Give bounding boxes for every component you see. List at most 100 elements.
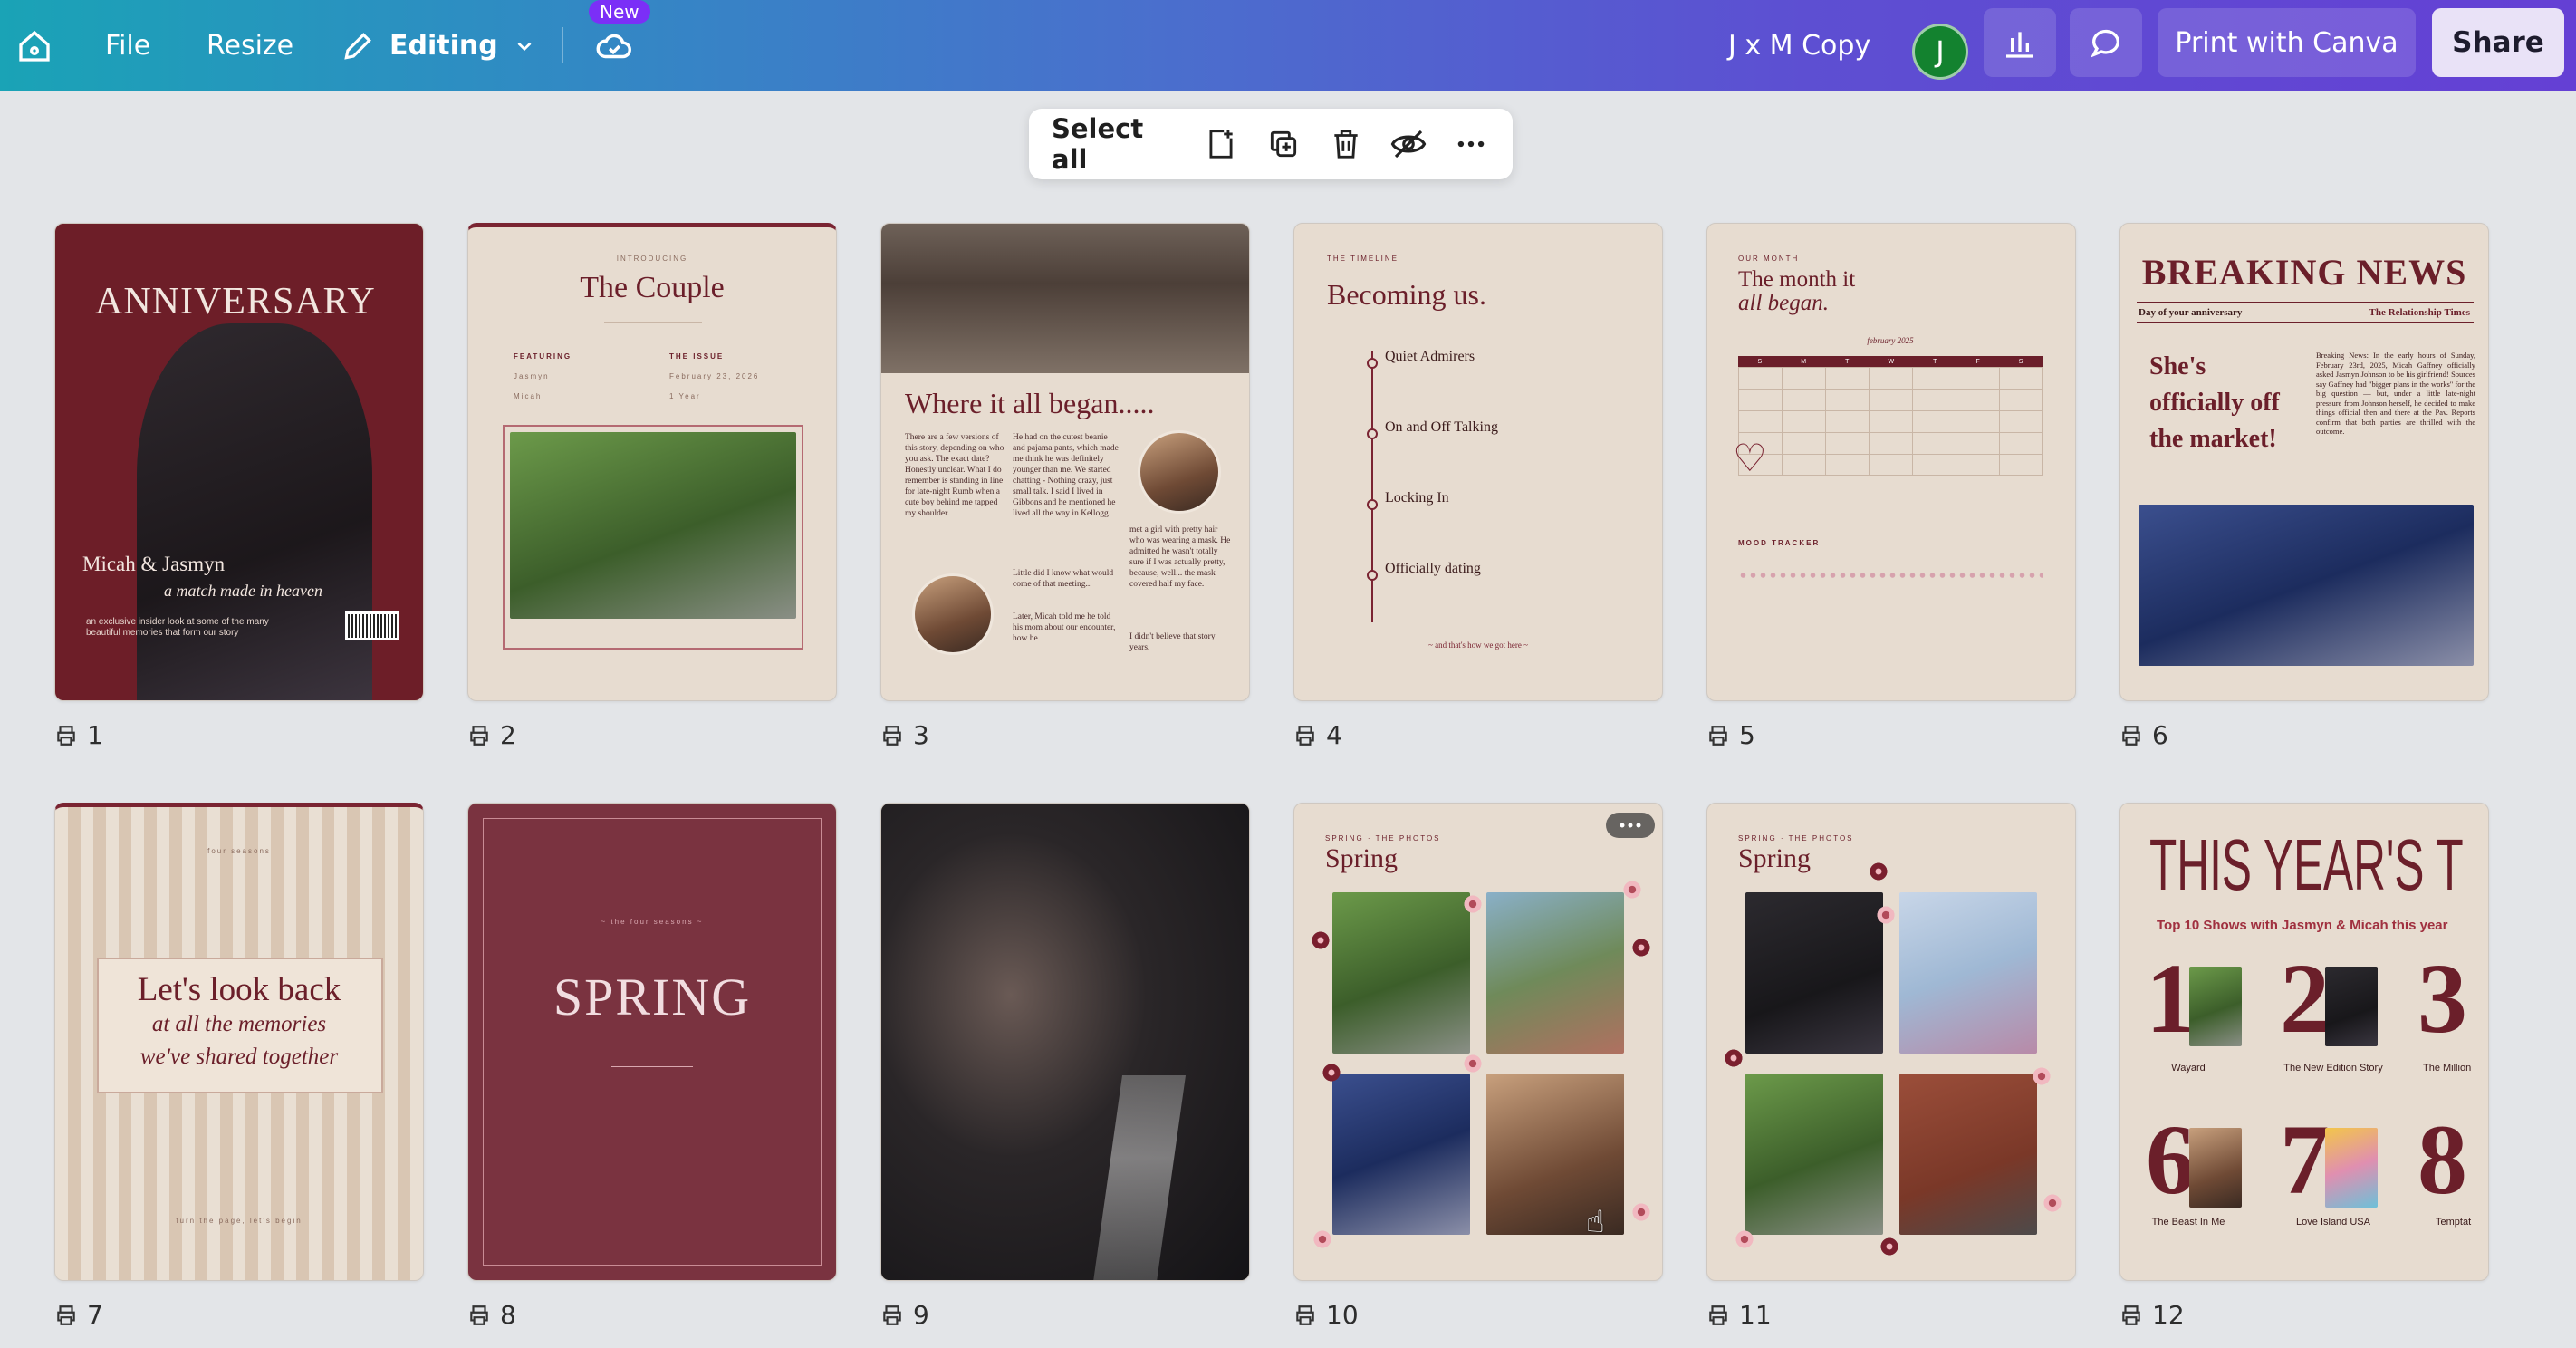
page-label-2: 2	[467, 720, 516, 750]
timeline-dot	[1367, 499, 1378, 510]
weekday: M	[1801, 358, 1807, 365]
page-6-big-2: officially off	[2149, 389, 2280, 417]
page-10-photo-1	[1332, 892, 1470, 1054]
add-page-button[interactable]	[1201, 122, 1242, 166]
page-2-col1-head: FEATURING	[514, 352, 572, 361]
design-title[interactable]: J x M Copy	[1728, 0, 1870, 91]
flower-decoration	[1879, 1237, 1899, 1257]
page-3-col2: He had on the cutest beanie and pajama p…	[1013, 433, 1119, 518]
print-icon	[883, 1305, 901, 1325]
page-5-tracker: MOOD TRACKER	[1738, 539, 1821, 547]
insights-button[interactable]	[1984, 8, 2056, 77]
page-1-title: ANNIVERSARY	[95, 281, 376, 323]
timeline-dot	[1367, 428, 1378, 439]
print-icon	[1296, 725, 1314, 746]
timeline-line	[1371, 351, 1373, 622]
page-label-8: 8	[467, 1300, 516, 1330]
page-4-title: Becoming us.	[1327, 278, 1486, 311]
page-11-photo-1	[1745, 892, 1883, 1054]
editing-label: Editing	[389, 30, 498, 62]
page-11-title: Spring	[1738, 843, 1812, 873]
page-11-photo-2	[1899, 892, 2037, 1054]
page-label-5: 5	[1706, 720, 1755, 750]
page-thumbnail-6[interactable]: BREAKING NEWS Day of your anniversary Th…	[2119, 223, 2489, 701]
page-5-kicker: OUR MONTH	[1738, 255, 1800, 263]
page-5-title-1: The month it	[1738, 267, 1856, 292]
page-6-sub-right: The Relationship Times	[2369, 307, 2470, 318]
flower-decoration	[1463, 1054, 1483, 1074]
page-thumbnail-11[interactable]: SPRING · THE PHOTOS Spring	[1706, 803, 2076, 1281]
page-label-1: 1	[54, 720, 103, 750]
resize-menu[interactable]: Resize	[207, 0, 293, 91]
page-2-row1-left: Jasmyn	[514, 372, 550, 380]
page-2-row2-left: Micah	[514, 392, 543, 400]
page-label-9: 9	[880, 1300, 929, 1330]
page-thumbnail-9[interactable]	[880, 803, 1250, 1281]
show-rank: 2	[2280, 943, 2330, 1054]
show-rank: 8	[2417, 1104, 2467, 1215]
page-6-big-1: She's	[2149, 352, 2206, 380]
page-3-header-photo	[881, 224, 1249, 373]
page-thumbnail-3[interactable]: Where it all began..... There are a few …	[880, 223, 1250, 701]
weekday: T	[1845, 358, 1850, 365]
page-2-kicker: INTRODUCING	[616, 255, 688, 263]
print-icon	[1709, 725, 1727, 746]
delete-page-button[interactable]	[1325, 122, 1366, 166]
hide-page-button[interactable]	[1388, 122, 1428, 166]
page-number: 3	[913, 720, 929, 750]
comments-button[interactable]	[2070, 8, 2142, 77]
show-poster	[2189, 967, 2242, 1046]
page-1-couple-photo	[137, 323, 372, 700]
show-poster	[2325, 1128, 2378, 1208]
page-thumbnail-10[interactable]: SPRING · THE PHOTOS Spring ☝	[1293, 803, 1663, 1281]
print-icon	[57, 1305, 75, 1325]
page-thumbnail-8[interactable]: ~ the four seasons ~ SPRING	[467, 803, 837, 1281]
page-6-sub-left: Day of your anniversary	[2139, 307, 2243, 318]
page-more-button[interactable]	[1606, 813, 1655, 838]
flower-decoration	[2043, 1193, 2062, 1213]
barcode	[345, 611, 399, 640]
page-10-title: Spring	[1325, 843, 1399, 873]
weekday: T	[1933, 358, 1937, 365]
divider	[611, 1066, 693, 1067]
page-thumbnail-7[interactable]: four seasons Let's look back at all the …	[54, 803, 424, 1281]
page-thumbnail-5[interactable]: OUR MONTH The month it all began. februa…	[1706, 223, 2076, 701]
flower-decoration	[1724, 1048, 1744, 1068]
file-menu[interactable]: File	[105, 0, 150, 91]
headline-rule	[2137, 302, 2474, 303]
select-all-button[interactable]: Select all	[1052, 113, 1179, 175]
flower-decoration	[1311, 930, 1331, 950]
page-8-frame	[483, 818, 822, 1266]
timeline-dot	[1367, 358, 1378, 369]
weekday: S	[1757, 358, 1763, 365]
page-thumbnail-2[interactable]: INTRODUCING The Couple FEATURING THE ISS…	[467, 223, 837, 701]
home-icon	[19, 30, 50, 62]
page-10-photo-2	[1486, 892, 1624, 1054]
avatar[interactable]: J	[1912, 24, 1968, 80]
headline-rule	[2137, 322, 2474, 323]
home-button[interactable]	[11, 0, 58, 91]
show-name: The New Edition Story	[2283, 1063, 2383, 1074]
page-number: 6	[2152, 720, 2168, 750]
share-button[interactable]: Share	[2432, 8, 2564, 77]
page-4-footer: ~ and that's how we got here ~	[1427, 640, 1529, 650]
page-6-body: Breaking News: In the early hours of Sun…	[2316, 351, 2475, 436]
selection-toolbar: Select all	[1029, 109, 1513, 179]
flower-decoration	[2032, 1066, 2052, 1086]
duplicate-page-button[interactable]	[1264, 122, 1304, 166]
page-2-row2-right: 1 Year	[669, 392, 701, 400]
page-label-12: 12	[2119, 1300, 2185, 1330]
page-number: 7	[87, 1300, 103, 1330]
page-8-kicker: ~ the four seasons ~	[601, 918, 704, 926]
duplicate-icon	[1270, 130, 1297, 158]
more-options-button[interactable]	[1450, 122, 1491, 166]
flower-decoration	[1631, 1202, 1651, 1222]
page-7-line3: we've shared together	[139, 1045, 339, 1069]
page-thumbnail-12[interactable]: THIS YEAR'S T Top 10 Shows with Jasmyn &…	[2119, 803, 2489, 1281]
page-thumbnail-1[interactable]: ANNIVERSARY Micah & Jasmyn a match made …	[54, 223, 424, 701]
page-2-photo-frame	[503, 425, 803, 650]
page-thumbnail-4[interactable]: THE TIMELINE Becoming us. Quiet Admirers…	[1293, 223, 1663, 701]
editing-mode-button[interactable]: Editing	[341, 0, 536, 91]
page-label-6: 6	[2119, 720, 2168, 750]
print-with-canva-button[interactable]: Print with Canva	[2158, 8, 2416, 77]
